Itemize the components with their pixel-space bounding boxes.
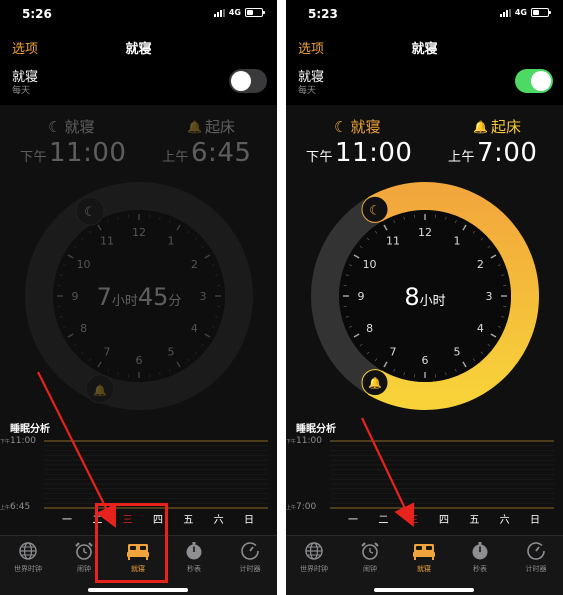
- left-phone-screen: 5:26 4G 选项 就寝 就寝 每天 ☾ 就寝 🔔 起床 下午11:00 上午6:…: [0, 0, 277, 595]
- annotation-arrow: [37, 371, 116, 528]
- annotation-arrow: [361, 417, 415, 527]
- right-phone-screen: 5:23 4G 选项 就寝 就寝 每天 ☾ 就寝 🔔 起床 下午11:00 上午7:…: [286, 0, 563, 595]
